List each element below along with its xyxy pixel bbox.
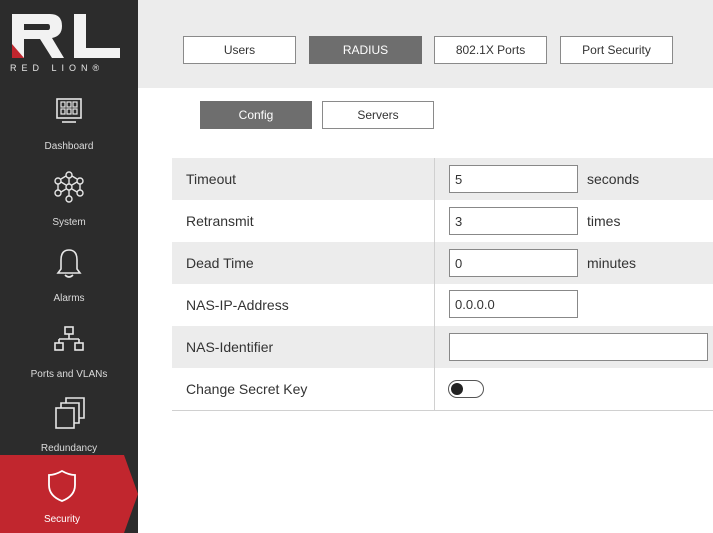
column-divider bbox=[434, 326, 435, 368]
column-divider bbox=[434, 242, 435, 284]
subtab-servers[interactable]: Servers bbox=[322, 101, 434, 129]
sidebar-item-label: Ports and VLANs bbox=[30, 369, 108, 380]
sidebar-item-ports-and-vlans[interactable]: Ports and VLANs bbox=[0, 316, 138, 390]
form-row-timeout: Timeout seconds bbox=[172, 158, 713, 200]
shield-icon bbox=[0, 469, 124, 503]
red-lion-logo-icon bbox=[12, 14, 120, 58]
column-divider bbox=[434, 158, 435, 200]
dead-time-label: Dead Time bbox=[186, 255, 254, 271]
sidebar-item-redundancy[interactable]: Redundancy bbox=[0, 390, 138, 464]
tab-port-security[interactable]: Port Security bbox=[560, 36, 673, 64]
form-row-nas-ip: NAS-IP-Address bbox=[172, 284, 713, 326]
tab-8021x-ports[interactable]: 802.1X Ports bbox=[434, 36, 547, 64]
sidebar-item-label: Alarms bbox=[53, 293, 85, 304]
change-secret-key-label: Change Secret Key bbox=[186, 381, 308, 397]
timeout-input[interactable] bbox=[449, 165, 578, 193]
sidebar-item-dashboard[interactable]: Dashboard bbox=[0, 88, 138, 162]
sidebar-item-label: Dashboard bbox=[44, 141, 94, 152]
system-network-icon bbox=[0, 170, 138, 204]
retransmit-unit: times bbox=[587, 213, 621, 229]
sidebar-item-alarms[interactable]: Alarms bbox=[0, 240, 138, 314]
column-divider bbox=[434, 200, 435, 242]
timeout-label: Timeout bbox=[186, 171, 237, 187]
nas-ip-input[interactable] bbox=[449, 290, 578, 318]
form-row-nas-identifier: NAS-Identifier bbox=[172, 326, 713, 368]
column-divider bbox=[434, 284, 435, 326]
subtab-config[interactable]: Config bbox=[200, 101, 312, 129]
nas-identifier-input[interactable] bbox=[449, 333, 708, 361]
tab-users[interactable]: Users bbox=[183, 36, 296, 64]
bell-icon bbox=[0, 246, 138, 280]
redundancy-icon bbox=[0, 396, 138, 430]
dead-time-input[interactable] bbox=[449, 249, 578, 277]
sidebar-item-label: Redundancy bbox=[40, 443, 98, 454]
network-ports-icon bbox=[0, 322, 138, 356]
table-bottom-border bbox=[172, 410, 713, 411]
dashboard-icon bbox=[0, 94, 138, 128]
retransmit-label: Retransmit bbox=[186, 213, 254, 229]
form-row-retransmit: Retransmit times bbox=[172, 200, 713, 242]
sidebar-item-system[interactable]: System bbox=[0, 164, 138, 238]
form-row-change-secret-key: Change Secret Key bbox=[172, 368, 713, 410]
column-divider bbox=[434, 368, 435, 410]
tab-radius[interactable]: RADIUS bbox=[309, 36, 422, 64]
logo-text: RED LION® bbox=[10, 63, 105, 73]
sidebar-item-label: System bbox=[52, 217, 86, 228]
dead-time-unit: minutes bbox=[587, 255, 637, 271]
retransmit-input[interactable] bbox=[449, 207, 578, 235]
change-secret-key-toggle[interactable] bbox=[448, 380, 484, 398]
timeout-unit: seconds bbox=[587, 171, 640, 187]
sidebar-item-security[interactable]: Security bbox=[0, 455, 124, 533]
sidebar: RED LION® Dashboard System Alarms Ports … bbox=[0, 0, 138, 533]
form-row-dead-time: Dead Time minutes bbox=[172, 242, 713, 284]
nas-ip-label: NAS-IP-Address bbox=[186, 297, 289, 313]
brand-logo: RED LION® bbox=[0, 0, 138, 85]
nas-identifier-label: NAS-Identifier bbox=[186, 339, 274, 355]
sidebar-item-label: Security bbox=[43, 514, 81, 525]
active-indicator-arrow bbox=[124, 455, 138, 533]
toggle-knob bbox=[451, 382, 463, 395]
